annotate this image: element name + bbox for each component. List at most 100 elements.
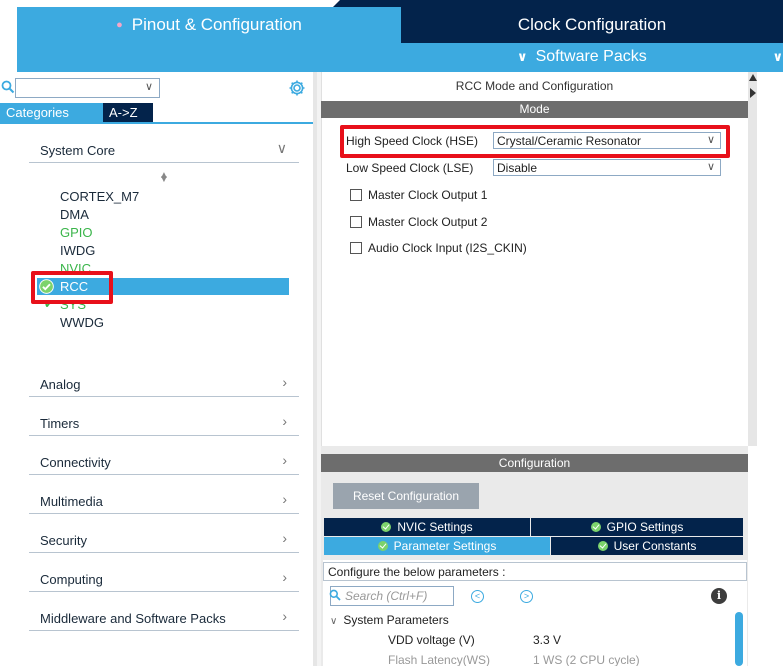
chevron-right-icon: › xyxy=(282,452,287,468)
instruction-text: Configure the below parameters : xyxy=(323,562,747,581)
right-edge xyxy=(757,72,783,666)
chevron-right-icon: › xyxy=(282,608,287,624)
category-label: Computing xyxy=(40,572,103,587)
mode-panel-scrollbar[interactable] xyxy=(748,72,757,446)
chevron-down-icon: ∨ xyxy=(330,616,338,627)
check-circle-icon xyxy=(381,522,392,532)
category-label: Connectivity xyxy=(40,455,111,470)
tab-underline xyxy=(0,122,313,124)
chevron-right-icon: › xyxy=(282,569,287,585)
tab-pinout-configuration[interactable]: ● Pinout & Configuration xyxy=(17,7,401,43)
category-label: Analog xyxy=(40,377,81,392)
checkbox-label: Master Clock Output 2 xyxy=(368,214,488,229)
tab-label: NVIC Settings xyxy=(397,520,473,534)
chevron-right-icon: › xyxy=(282,530,287,546)
tab-nvic-settings[interactable]: NVIC Settings xyxy=(324,518,530,536)
reset-configuration-button[interactable]: Reset Configuration xyxy=(333,483,479,509)
parameter-scrollbar[interactable] xyxy=(735,612,743,666)
category-analog[interactable]: Analog › xyxy=(29,369,299,397)
system-core-item-wwdg[interactable]: WWDG xyxy=(60,315,104,333)
category-system-core[interactable]: System Core ∨ xyxy=(29,135,299,163)
search-previous-icon[interactable]: < xyxy=(471,590,484,603)
tab-gpio-settings[interactable]: GPIO Settings xyxy=(531,518,743,536)
sort-icon[interactable]: ▲ ▼ xyxy=(159,170,169,192)
param-name: Flash Latency(WS) xyxy=(388,653,491,666)
chevron-down-icon[interactable]: ∨ xyxy=(772,49,783,65)
chevron-down-icon: ∨ xyxy=(276,140,287,156)
modified-dot-icon: ● xyxy=(116,19,123,31)
search-next-icon[interactable]: > xyxy=(520,590,533,603)
category-label: Middleware and Software Packs xyxy=(40,611,226,626)
system-core-item-iwdg[interactable]: IWDG xyxy=(60,243,95,261)
param-value[interactable]: 1 WS (2 CPU cycle) xyxy=(533,653,640,666)
tab-parameter-settings[interactable]: Parameter Settings xyxy=(324,537,550,555)
category-label: Timers xyxy=(40,416,80,431)
category-label: System Core xyxy=(40,143,116,158)
left-gutter xyxy=(0,72,17,666)
checkbox-box[interactable] xyxy=(350,215,362,228)
group-label: System Parameters xyxy=(343,613,449,627)
highlight-hse xyxy=(340,125,730,158)
system-core-item-cortex-m7[interactable]: CORTEX_M7 xyxy=(60,189,139,207)
chevron-down-icon: ∨ xyxy=(706,161,715,173)
search-icon xyxy=(329,589,341,601)
param-name: VDD voltage (V) xyxy=(388,633,475,647)
configuration-section-header: Configuration xyxy=(321,454,748,472)
category-security[interactable]: Security › xyxy=(29,525,299,553)
system-core-item-dma[interactable]: DMA xyxy=(60,207,89,225)
mode-panel-title: RCC Mode and Configuration xyxy=(455,79,614,93)
category-connectivity[interactable]: Connectivity › xyxy=(29,447,299,475)
lse-value: Disable xyxy=(497,161,538,175)
search-placeholder: Search (Ctrl+F) xyxy=(345,589,428,603)
search-icon[interactable] xyxy=(1,80,15,94)
category-multimedia[interactable]: Multimedia › xyxy=(29,486,299,514)
tab-label: GPIO Settings xyxy=(606,520,684,534)
category-label: Security xyxy=(40,533,87,548)
chevron-right-icon: › xyxy=(282,413,287,429)
master-clock-output-2-checkbox[interactable]: Master Clock Output 2 xyxy=(350,214,488,229)
lse-label: Low Speed Clock (LSE) xyxy=(346,161,474,175)
info-icon[interactable]: i xyxy=(711,588,727,604)
tab-label: User Constants xyxy=(613,539,697,553)
category-computing[interactable]: Computing › xyxy=(29,564,299,592)
tab-clock-configuration[interactable]: Clock Configuration xyxy=(401,7,783,43)
master-clock-output-1-checkbox[interactable]: Master Clock Output 1 xyxy=(350,187,488,202)
lse-select[interactable]: Disable ∨ xyxy=(493,159,721,176)
software-packs-label: Software Packs xyxy=(535,48,647,65)
tab-label: Parameter Settings xyxy=(393,539,497,553)
checkbox-label: Audio Clock Input (I2S_CKIN) xyxy=(368,240,527,255)
checkbox-box[interactable] xyxy=(350,241,362,254)
scroll-up-icon[interactable] xyxy=(749,74,757,81)
category-timers[interactable]: Timers › xyxy=(29,408,299,436)
gear-icon[interactable] xyxy=(288,79,306,97)
checkbox-label: Master Clock Output 1 xyxy=(368,187,488,202)
system-parameters-group[interactable]: ∨ System Parameters xyxy=(330,613,449,627)
chevron-down-icon: ∨ xyxy=(517,49,528,64)
tab-categories[interactable]: Categories xyxy=(0,103,103,122)
chevron-right-icon: › xyxy=(282,374,287,390)
category-label: Multimedia xyxy=(40,494,103,509)
chevron-down-icon: ∨ xyxy=(144,81,153,93)
check-circle-icon xyxy=(377,541,388,551)
tab-pinout-label: Pinout & Configuration xyxy=(131,15,302,34)
search-row: ∨ xyxy=(0,78,313,100)
top-band xyxy=(0,0,783,7)
param-value[interactable]: 3.3 V xyxy=(533,633,561,647)
search-input[interactable]: ∨ xyxy=(15,78,160,98)
tab-clock-label: Clock Configuration xyxy=(517,15,667,34)
system-core-item-gpio[interactable]: GPIO xyxy=(60,225,93,243)
category-middleware[interactable]: Middleware and Software Packs › xyxy=(29,603,299,631)
check-circle-icon xyxy=(590,522,601,532)
software-packs-bar: ∨ Software Packs ∨ xyxy=(17,43,783,72)
tab-user-constants[interactable]: User Constants xyxy=(551,537,743,555)
check-circle-icon xyxy=(597,541,608,551)
parameter-search-input[interactable]: Search (Ctrl+F) xyxy=(329,586,454,606)
checkbox-box[interactable] xyxy=(350,188,362,201)
audio-clock-input-checkbox[interactable]: Audio Clock Input (I2S_CKIN) xyxy=(350,240,527,255)
highlight-rcc xyxy=(31,271,113,304)
expand-right-icon[interactable] xyxy=(750,88,756,98)
tab-a-z[interactable]: A->Z xyxy=(103,103,153,122)
software-packs-button[interactable]: ∨ Software Packs xyxy=(517,48,647,66)
category-tabs: Categories A->Z xyxy=(0,103,153,122)
chevron-right-icon: › xyxy=(282,491,287,507)
